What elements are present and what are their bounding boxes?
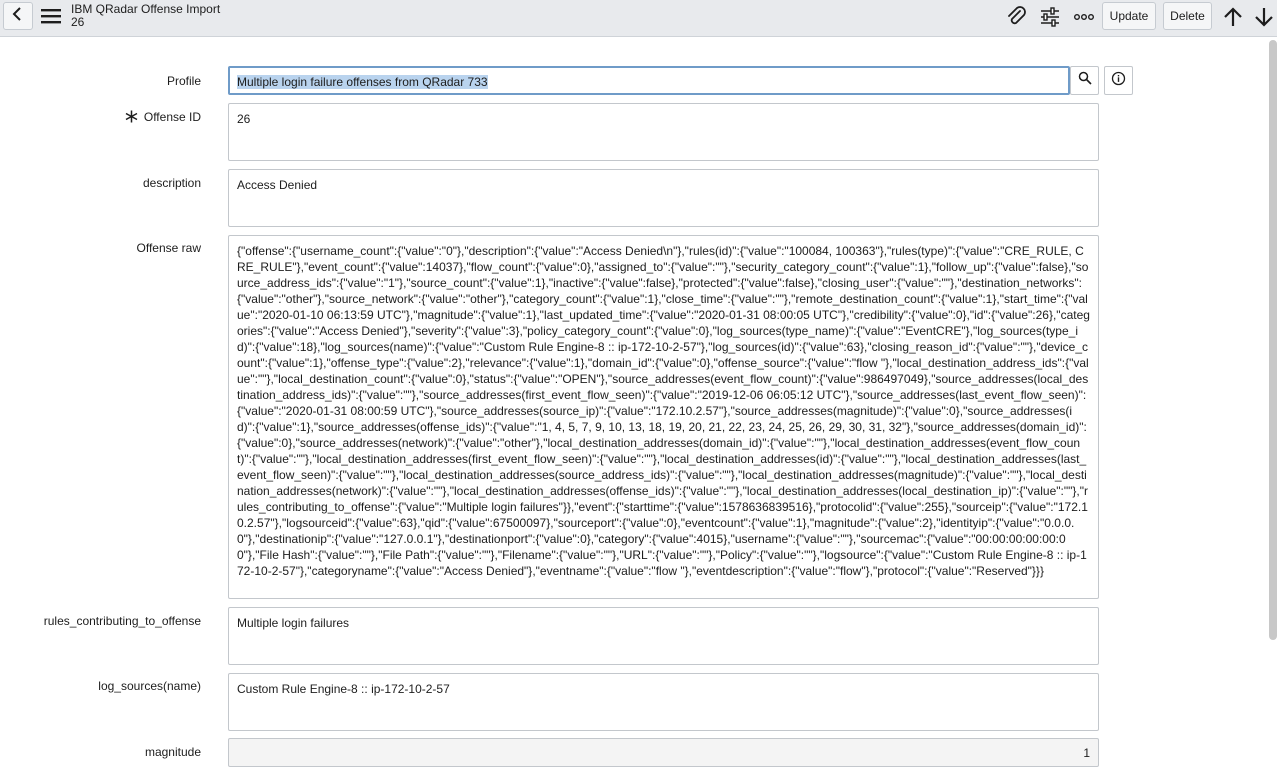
- back-button[interactable]: [3, 2, 33, 30]
- update-button[interactable]: Update: [1102, 2, 1156, 30]
- magnitude-field: 1: [228, 738, 1099, 767]
- chevron-left-icon: [12, 6, 24, 26]
- profile-info-button[interactable]: [1104, 66, 1133, 95]
- delete-button[interactable]: Delete: [1163, 2, 1212, 30]
- offense-raw-label: Offense raw: [136, 241, 201, 255]
- description-label: description: [142, 176, 201, 190]
- profile-value: Multiple login failure offenses from QRa…: [237, 75, 488, 89]
- record-number: 26: [71, 15, 85, 29]
- offense-id-label: Offense ID: [125, 110, 201, 126]
- more-options-icon[interactable]: [1072, 5, 1096, 29]
- required-asterisk-icon: [125, 110, 138, 126]
- profile-label: Profile: [166, 74, 201, 88]
- page-scrollbar[interactable]: [1269, 40, 1277, 640]
- offense-raw-field[interactable]: {"offense":{"username_count":{"value":"0…: [228, 235, 1099, 599]
- log-sources-name-field[interactable]: Custom Rule Engine-8 :: ip-172-10-2-57: [228, 673, 1099, 731]
- record-title: IBM QRadar Offense Import 26: [71, 3, 220, 29]
- form-header: IBM QRadar Offense Import 26 Update Dele…: [0, 0, 1277, 37]
- arrow-down-icon[interactable]: [1252, 5, 1276, 29]
- log-sources-name-label: log_sources(name): [98, 679, 201, 693]
- profile-lookup-button[interactable]: [1070, 66, 1099, 95]
- page-title: IBM QRadar Offense Import: [71, 2, 221, 16]
- magnitude-label: magnitude: [144, 745, 201, 759]
- rules-contributing-label: rules_contributing_to_offense: [43, 614, 201, 628]
- info-icon: [1111, 71, 1126, 91]
- arrow-up-icon[interactable]: [1221, 5, 1245, 29]
- paperclip-icon[interactable]: [1005, 5, 1029, 29]
- hamburger-menu-icon[interactable]: [41, 7, 62, 25]
- description-field[interactable]: Access Denied: [228, 169, 1099, 227]
- offense-id-label-text: Offense ID: [143, 110, 201, 124]
- rules-contributing-field[interactable]: Multiple login failures: [228, 607, 1099, 665]
- offense-id-field[interactable]: 26: [228, 103, 1099, 161]
- search-icon: [1078, 71, 1092, 90]
- profile-field[interactable]: Multiple login failure offenses from QRa…: [228, 66, 1070, 95]
- settings-sliders-icon[interactable]: [1038, 5, 1062, 29]
